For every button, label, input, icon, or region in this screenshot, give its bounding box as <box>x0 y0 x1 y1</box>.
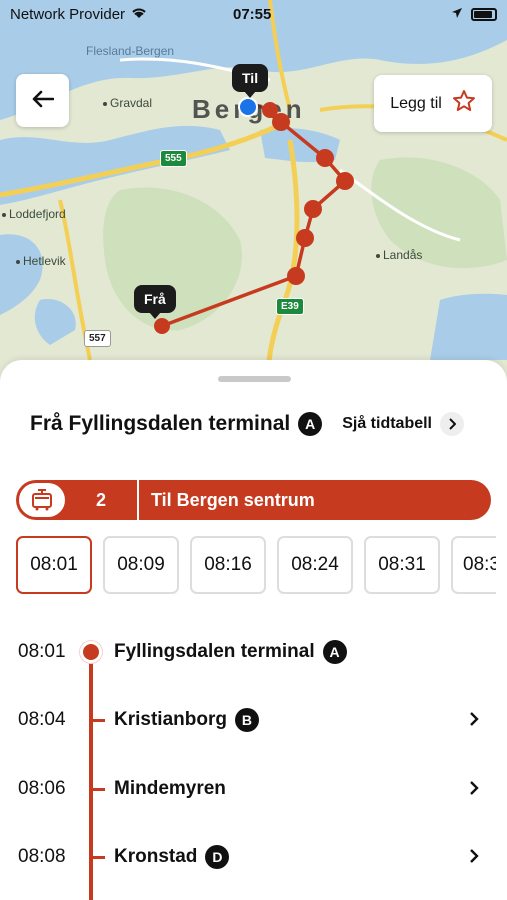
chevron-right-icon[interactable] <box>469 776 479 802</box>
stop-time: 08:06 <box>18 778 66 799</box>
timeline-row-current: 08:01 Fyllingsdalen terminal A <box>0 632 507 672</box>
stop-header: Frå Fyllingsdalen terminal A Sjå tidtabe… <box>30 412 490 436</box>
stop-time: 08:01 <box>18 641 66 662</box>
chevron-right-icon <box>440 412 464 436</box>
battery-icon <box>471 7 497 21</box>
arrow-left-icon <box>32 87 54 115</box>
origin-pin: Frå <box>134 285 176 319</box>
current-stop-dot <box>80 641 102 663</box>
departure-time-chip[interactable]: 08:09 <box>103 536 179 594</box>
platform-badge: B <box>234 708 259 732</box>
route-destination: Til Bergen sentrum <box>151 489 315 510</box>
route-stop-marker <box>336 172 354 190</box>
route-bar[interactable]: 2 Til Bergen sentrum <box>16 480 491 520</box>
chevron-right-icon[interactable] <box>469 707 479 733</box>
stop-tick <box>93 718 105 722</box>
route-stop-marker <box>316 149 334 167</box>
route-number: 2 <box>95 489 106 510</box>
stop-name-row: Mindemyren <box>114 778 226 800</box>
stop-title: Frå Fyllingsdalen terminal <box>30 412 291 435</box>
departure-time-chip[interactable]: 08:24 <box>277 536 353 594</box>
timeline-row[interactable]: 08:04 Kristianborg B <box>0 700 507 740</box>
timetable-label: Sjå tidtabell <box>342 415 432 432</box>
carrier-label: Network Provider <box>10 5 126 23</box>
stop-name: Kristianborg <box>114 709 227 730</box>
add-favorite-label: Legg til <box>390 94 442 112</box>
destination-pin: Til <box>232 64 269 98</box>
stop-time: 08:08 <box>18 846 66 867</box>
departure-time-chip[interactable]: 08:31 <box>364 536 440 594</box>
route-stop-marker <box>296 229 314 247</box>
location-arrow-icon <box>451 6 463 23</box>
stop-name-row: Kronstad D <box>114 845 230 869</box>
route-stop-markers <box>154 97 354 334</box>
stop-name: Kronstad <box>114 846 198 867</box>
route-stop-marker <box>287 267 305 285</box>
current-location-dot <box>238 97 258 117</box>
departure-time-chip-selected[interactable]: 08:01 <box>16 536 92 594</box>
departure-time-chip[interactable]: 08:16 <box>190 536 266 594</box>
departure-time-chip[interactable]: 08:3 <box>451 536 496 594</box>
timeline-row[interactable]: 08:08 Kronstad D <box>0 837 507 877</box>
stop-name-row: Kristianborg B <box>114 708 259 732</box>
timetable-link[interactable]: Sjå tidtabell <box>342 412 464 436</box>
tram-icon <box>19 483 65 517</box>
status-bar: Network Provider 07:55 <box>0 0 507 28</box>
stop-name: Fyllingsdalen terminal <box>114 641 315 662</box>
departure-time-list[interactable]: 08:01 08:09 08:16 08:24 08:31 08:3 <box>16 536 496 594</box>
departure-sheet: Frå Fyllingsdalen terminal A Sjå tidtabe… <box>0 360 507 900</box>
stop-tick <box>93 855 105 859</box>
chevron-right-icon[interactable] <box>469 844 479 870</box>
route-stop-marker <box>304 200 322 218</box>
origin-marker <box>154 318 170 334</box>
platform-badge: D <box>205 845 230 869</box>
stop-time: 08:04 <box>18 709 66 730</box>
stop-tick <box>93 787 105 791</box>
stop-name-row: Fyllingsdalen terminal A <box>114 640 347 664</box>
wifi-icon <box>131 6 147 23</box>
timeline-row[interactable]: 08:06 Mindemyren <box>0 769 507 809</box>
star-outline-icon <box>452 89 476 118</box>
status-time: 07:55 <box>233 5 272 23</box>
stop-timeline: 08:01 Fyllingsdalen terminal A 08:04 Kri… <box>0 630 507 900</box>
route-stop-marker <box>262 102 278 118</box>
route-map[interactable]: Flesland-Bergen Gravdal Loddefjord Hetle… <box>0 0 507 400</box>
platform-badge: A <box>298 412 323 436</box>
back-button[interactable] <box>16 74 69 127</box>
platform-badge: A <box>322 640 347 664</box>
add-favorite-button[interactable]: Legg til <box>374 75 492 132</box>
stop-name: Mindemyren <box>114 778 226 799</box>
